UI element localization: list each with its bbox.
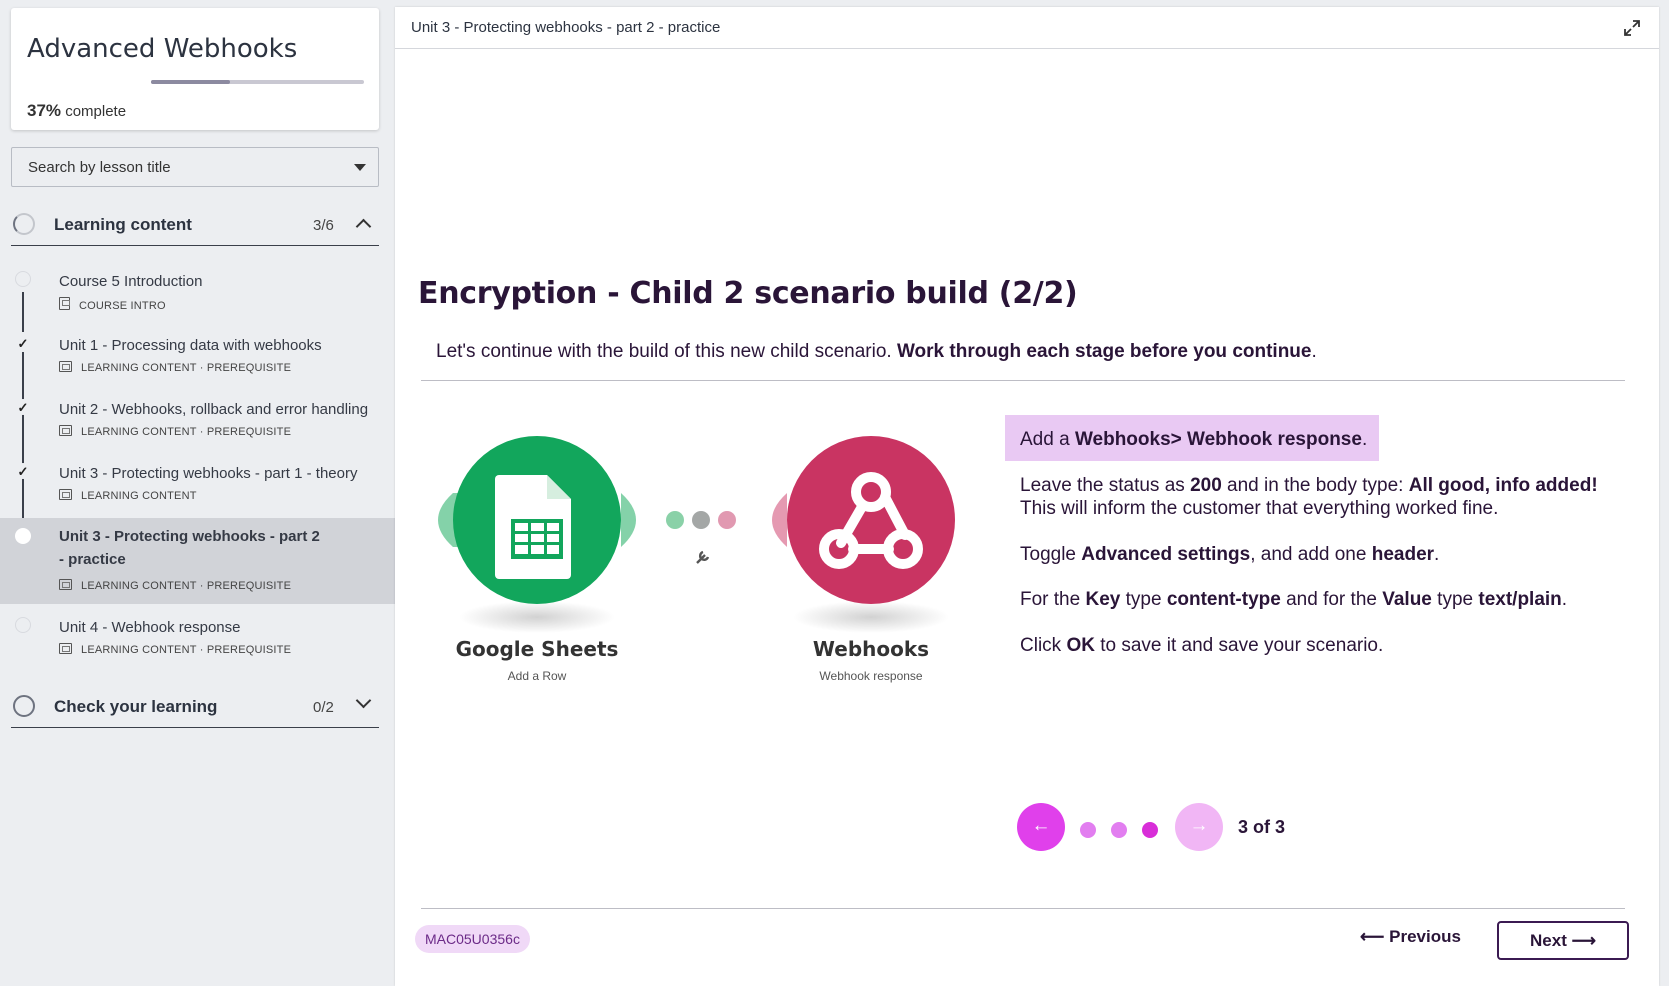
lesson-meta: LEARNING CONTENT (59, 489, 197, 502)
arrow-right-icon: ⟶ (1566, 931, 1596, 950)
lesson-meta: LEARNING CONTENT · PREREQUISITE (59, 425, 291, 438)
chevron-down-icon[interactable] (355, 692, 372, 709)
webhooks-module-icon (787, 436, 955, 604)
lesson-heading: Encryption - Child 2 scenario build (2/2… (418, 276, 1078, 311)
lesson-title: Unit 2 - Webhooks, rollback and error ha… (59, 401, 369, 418)
lesson-title: Unit 1 - Processing data with webhooks (59, 337, 322, 354)
course-title: Advanced Webhooks (27, 34, 298, 64)
connector-dot (718, 511, 736, 529)
sheets-right-handle (621, 493, 636, 547)
expand-icon[interactable] (1622, 18, 1642, 38)
checkmark-icon: ✓ (17, 336, 29, 351)
webhooks-module-name: Webhooks (812, 637, 930, 661)
lesson-code-badge: MAC05U0356c (415, 925, 530, 953)
lesson-item-unit-3-part-1[interactable]: Unit 3 - Protecting webhooks - part 1 - … (0, 457, 395, 515)
slides-icon (59, 489, 72, 500)
scenario-diagram (438, 436, 955, 633)
arrow-left-icon: ⟵ (1360, 927, 1390, 946)
progress-ring-icon (13, 213, 35, 235)
lesson-meta: LEARNING CONTENT · PREREQUISITE (59, 579, 291, 592)
lesson-title: Unit 3 - Protecting webhooks - part 1 - … (59, 465, 358, 482)
wrench-icon (696, 550, 710, 564)
lesson-item-unit-1[interactable]: Unit 1 - Processing data with webhooks L… (0, 329, 395, 387)
lesson-header-title: Unit 3 - Protecting webhooks - part 2 - … (411, 19, 721, 36)
connector-dot (692, 511, 710, 529)
slides-icon (59, 361, 72, 372)
arrow-left-icon: ← (1031, 815, 1051, 836)
next-button[interactable]: Next ⟶ (1497, 921, 1629, 960)
section-learning-content-header[interactable]: Learning content 3/6 (11, 202, 379, 246)
document-icon (59, 297, 70, 310)
lesson-header: Unit 3 - Protecting webhooks - part 2 - … (395, 7, 1659, 49)
progress-ring-icon (13, 695, 35, 717)
carousel-dot-2[interactable] (1111, 822, 1127, 838)
footer-divider (421, 908, 1625, 909)
lesson-title: Unit 3 - Protecting webhooks - part 2 - … (59, 528, 320, 568)
slides-icon (59, 425, 72, 436)
carousel-count: 3 of 3 (1238, 817, 1286, 837)
instruction-step-3: Toggle Advanced settings, and add one he… (1020, 544, 1440, 565)
lesson-item-unit-4[interactable]: Unit 4 - Webhook response LEARNING CONTE… (0, 611, 395, 669)
lesson-item-unit-3-part-2[interactable]: Unit 3 - Protecting webhooks - part 2 - … (0, 518, 395, 604)
section-count: 0/2 (313, 699, 334, 716)
lesson-meta: LEARNING CONTENT · PREREQUISITE (59, 361, 291, 374)
section-title: Check your learning (54, 697, 218, 716)
lesson-status-current-icon (15, 528, 31, 544)
progress-percent: 37% (27, 101, 62, 120)
sidebar: Advanced Webhooks 37% complete Search by… (0, 0, 395, 986)
slides-icon (59, 579, 72, 590)
course-progress-text: 37% complete (27, 101, 126, 121)
section-count: 3/6 (313, 217, 334, 234)
course-progress-fill (151, 80, 230, 84)
lesson-search-dropdown[interactable]: Search by lesson title (11, 147, 379, 187)
lesson-item-course-intro[interactable]: Course 5 Introduction COURSE INTRO (0, 265, 395, 323)
course-progress-bar (151, 80, 364, 84)
arrow-right-icon: → (1189, 815, 1209, 836)
sheets-module-action: Add a Row (507, 669, 567, 683)
lesson-title: Course 5 Introduction (59, 273, 203, 290)
carousel-dot-1[interactable] (1080, 822, 1096, 838)
lesson-title: Unit 4 - Webhook response (59, 619, 241, 636)
lesson-item-unit-2[interactable]: Unit 2 - Webhooks, rollback and error ha… (0, 393, 395, 451)
carousel-prev-button[interactable]: ← (1017, 803, 1065, 851)
instruction-step-5: Click OK to save it and save your scenar… (1020, 635, 1384, 656)
section-check-your-learning-header[interactable]: Check your learning 0/2 (11, 684, 379, 728)
lesson-search-placeholder: Search by lesson title (28, 159, 171, 176)
section-title: Learning content (54, 215, 192, 234)
instruction-step-1: Add a Webhooks> Webhook response. (1020, 429, 1368, 450)
carousel-dot-3[interactable] (1142, 822, 1158, 838)
connector-dot (666, 511, 684, 529)
webhooks-left-handle (772, 493, 787, 547)
previous-button[interactable]: ⟵ Previous (1360, 927, 1461, 947)
webhooks-module-action: Webhook response (819, 669, 923, 683)
divider (421, 380, 1625, 381)
instruction-step-2: Leave the status as 200 and in the body … (1020, 475, 1598, 519)
lesson-meta: COURSE INTRO (59, 297, 166, 312)
instruction-step-4: For the Key type content-type and for th… (1020, 589, 1568, 610)
lesson-intro: Let's continue with the build of this ne… (436, 341, 1317, 362)
sheets-module-name: Google Sheets (455, 637, 619, 661)
lesson-meta: LEARNING CONTENT · PREREQUISITE (59, 643, 291, 656)
checkmark-icon: ✓ (17, 400, 29, 415)
carousel-next-button[interactable]: → (1175, 803, 1223, 851)
slides-icon (59, 643, 72, 654)
progress-label: complete (61, 103, 127, 120)
chevron-up-icon[interactable] (355, 218, 372, 235)
course-card: Advanced Webhooks 37% complete (11, 8, 379, 130)
checkmark-icon: ✓ (17, 464, 29, 479)
module-shadow (459, 601, 615, 633)
caret-down-icon (354, 164, 366, 171)
